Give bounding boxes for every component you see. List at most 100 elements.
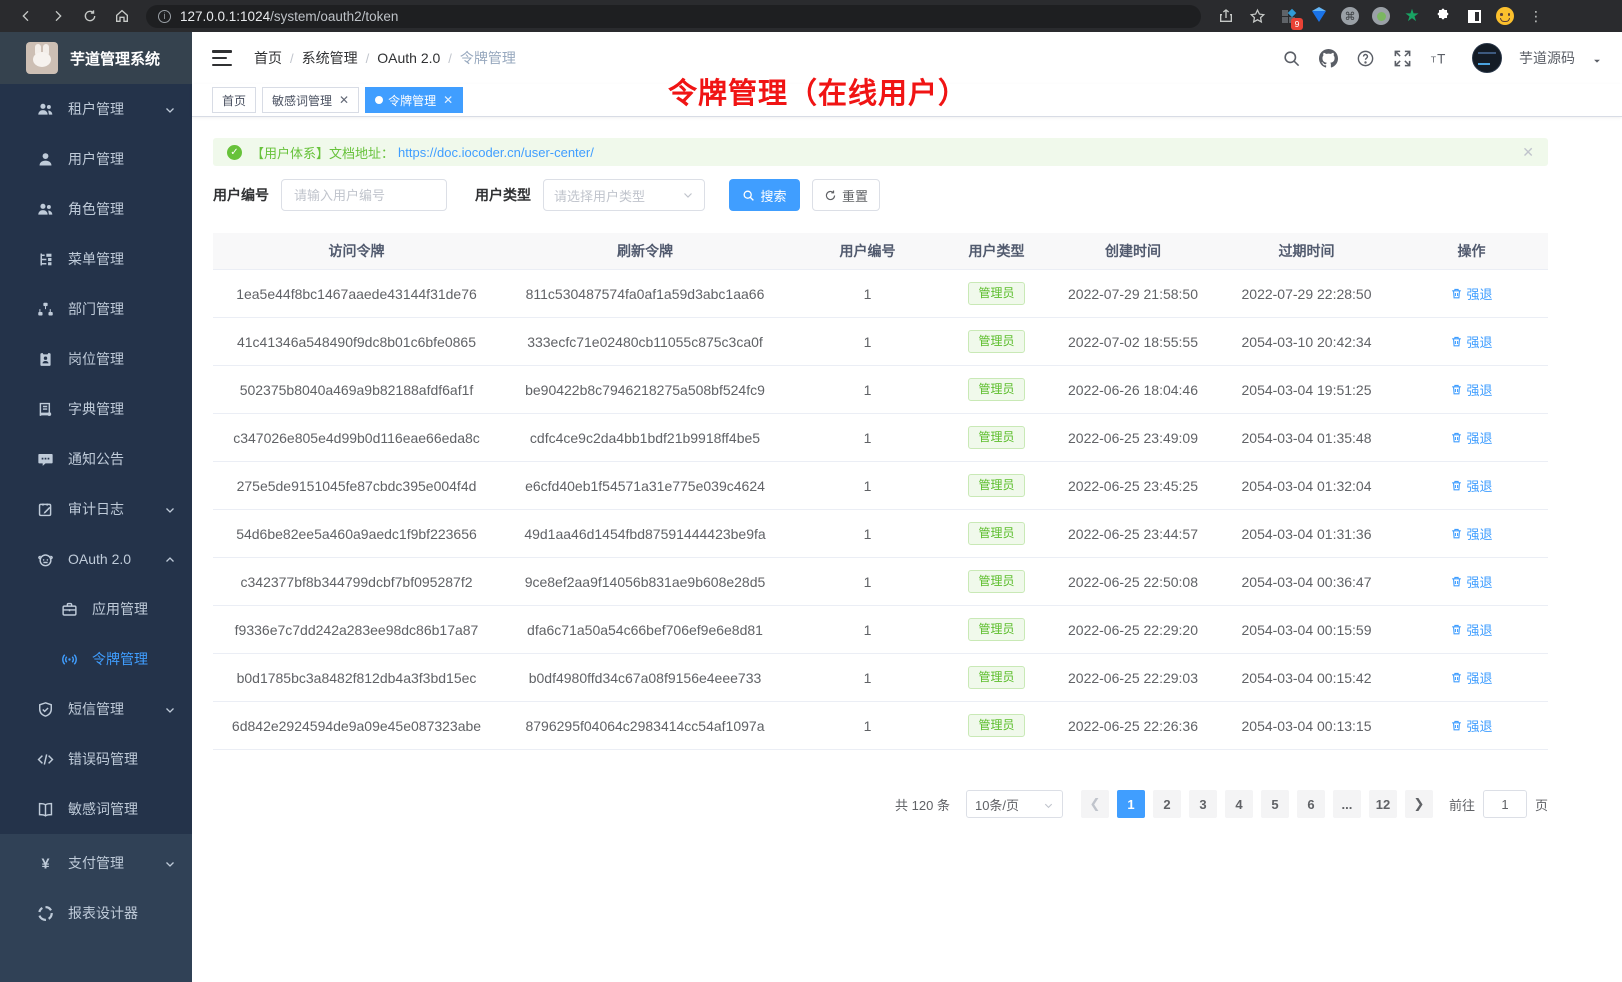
bookmark-star-icon[interactable] (1246, 5, 1268, 27)
search-button[interactable]: 搜索 (729, 179, 800, 211)
sidebar-item-token[interactable]: 令牌管理 (0, 634, 192, 684)
cell-user-type: 管理员 (945, 474, 1048, 497)
force-logout-button[interactable]: 强退 (1450, 428, 1492, 447)
force-logout-button[interactable]: 强退 (1450, 524, 1492, 543)
sidebar-item-app[interactable]: 应用管理 (0, 584, 192, 634)
page-button-2[interactable]: 2 (1153, 790, 1181, 818)
help-icon[interactable] (1355, 48, 1375, 68)
user-name[interactable]: 芋道源码 (1519, 48, 1575, 68)
alert-close-icon[interactable]: ✕ (1522, 144, 1534, 161)
emoji-extension-icon[interactable] (1494, 5, 1516, 27)
extension-star-icon[interactable]: ★ (1401, 5, 1423, 27)
sidebar-item-label: 错误码管理 (68, 749, 138, 769)
sidebar-item-oauth[interactable]: OAuth 2.0 (0, 534, 192, 584)
github-icon[interactable] (1318, 48, 1338, 68)
page-button-3[interactable]: 3 (1189, 790, 1217, 818)
back-button[interactable] (13, 3, 39, 29)
tag-close-icon[interactable]: ✕ (339, 93, 349, 107)
forward-button[interactable] (45, 3, 71, 29)
font-size-icon[interactable]: TT (1429, 48, 1449, 68)
user-type-badge: 管理员 (968, 426, 1024, 449)
tag-敏感词管理[interactable]: 敏感词管理✕ (262, 87, 359, 113)
share-icon[interactable] (1215, 5, 1237, 27)
force-logout-button[interactable]: 强退 (1450, 668, 1492, 687)
force-logout-button[interactable]: 强退 (1450, 572, 1492, 591)
page-button-1[interactable]: 1 (1117, 790, 1145, 818)
page-button-12[interactable]: 12 (1369, 790, 1397, 818)
fullscreen-icon[interactable] (1392, 48, 1412, 68)
side-panel-icon[interactable] (1463, 5, 1485, 27)
prev-page-button[interactable]: ❮ (1081, 790, 1109, 818)
sidebar-item-label: 敏感词管理 (68, 799, 138, 819)
user-type-select[interactable]: 请选择用户类型 (543, 179, 705, 211)
trash-icon (1450, 335, 1463, 348)
cell-expire-time: 2022-07-29 22:28:50 (1218, 286, 1395, 302)
url-text: 127.0.0.1:1024/system/oauth2/token (180, 9, 398, 24)
page-size-select[interactable]: 10条/页 (966, 790, 1063, 818)
page-button-4[interactable]: 4 (1225, 790, 1253, 818)
sidebar-item-audit[interactable]: 审计日志 (0, 484, 192, 534)
page-button-6[interactable]: 6 (1297, 790, 1325, 818)
sidebar-item-user[interactable]: 用户管理 (0, 134, 192, 184)
sidebar-item-dept[interactable]: 部门管理 (0, 284, 192, 334)
sidebar-item-dict[interactable]: 字典管理 (0, 384, 192, 434)
sidebar-item-errcode[interactable]: 错误码管理 (0, 734, 192, 784)
page-button-5[interactable]: 5 (1261, 790, 1289, 818)
sidebar-item-role[interactable]: 角色管理 (0, 184, 192, 234)
cell-access-token: c342377bf8b344799dcbf7bf095287f2 (213, 574, 500, 590)
user-id-input[interactable] (281, 179, 447, 211)
sidebar-item-menu[interactable]: 菜单管理 (0, 234, 192, 284)
sidebar-item-label: 岗位管理 (68, 349, 124, 369)
force-logout-button[interactable]: 强退 (1450, 332, 1492, 351)
sidebar-item-tenant[interactable]: 租户管理 (0, 84, 192, 134)
browser-menu-icon[interactable]: ⋮ (1525, 5, 1547, 27)
sidebar-item-label: 通知公告 (68, 449, 124, 469)
chevron-down-icon[interactable] (1592, 53, 1602, 63)
page-ellipsis-button[interactable]: ... (1333, 790, 1361, 818)
cell-access-token: 6d842e2924594de9a09e45e087323abe (213, 718, 500, 734)
sidebar-item-pay[interactable]: ¥支付管理 (0, 838, 192, 888)
reload-button[interactable] (77, 3, 103, 29)
tag-label: 令牌管理 (388, 92, 436, 109)
reset-button[interactable]: 重置 (812, 179, 880, 211)
puzzle-extensions-icon[interactable] (1432, 5, 1454, 27)
extension-blocks-icon[interactable]: 9 (1277, 5, 1299, 27)
sidebar-item-notice[interactable]: 通知公告 (0, 434, 192, 484)
doc-link[interactable]: https://doc.iocoder.cn/user-center/ (398, 145, 594, 160)
svg-text:T: T (1437, 51, 1445, 66)
sidebar-item-sms[interactable]: 短信管理 (0, 684, 192, 734)
breadcrumb-home[interactable]: 首页 (254, 48, 282, 68)
table-row: 1ea5e44f8bc1467aaede43144f31de76811c5304… (213, 270, 1548, 318)
breadcrumb-oauth[interactable]: OAuth 2.0 (377, 50, 440, 66)
extension-record-icon[interactable] (1370, 5, 1392, 27)
tag-首页[interactable]: 首页 (212, 87, 256, 113)
force-logout-button[interactable]: 强退 (1450, 716, 1492, 735)
svg-text:T: T (1430, 54, 1436, 64)
sidebar-item-label: 应用管理 (92, 599, 148, 619)
tag-close-icon[interactable]: ✕ (443, 93, 453, 107)
cell-access-token: 41c41346a548490f9dc8b01c6bfe0865 (213, 334, 500, 350)
url-host: 127.0.0.1:1024 (180, 9, 270, 24)
user-id-label: 用户编号 (213, 185, 269, 205)
next-page-button[interactable]: ❯ (1405, 790, 1433, 818)
breadcrumb-system[interactable]: 系统管理 (302, 48, 358, 68)
extension-command-icon[interactable]: ⌘ (1339, 5, 1361, 27)
site-info-icon[interactable]: i (158, 10, 171, 23)
search-icon[interactable] (1281, 48, 1301, 68)
goto-page-input[interactable] (1483, 790, 1527, 818)
force-logout-button[interactable]: 强退 (1450, 284, 1492, 303)
collapse-sidebar-icon[interactable] (212, 50, 232, 66)
extension-gem-icon[interactable] (1308, 5, 1330, 27)
tag-令牌管理[interactable]: 令牌管理 ✕ (365, 87, 463, 113)
sidebar-item-post[interactable]: 岗位管理 (0, 334, 192, 384)
sidebar-item-sensitive[interactable]: 敏感词管理 (0, 784, 192, 834)
sidebar-logo[interactable]: 芋道管理系统 (0, 32, 192, 84)
home-button[interactable] (109, 3, 135, 29)
address-bar[interactable]: i 127.0.0.1:1024/system/oauth2/token (146, 5, 1201, 28)
force-logout-button[interactable]: 强退 (1450, 476, 1492, 495)
cell-expire-time: 2054-03-04 01:32:04 (1218, 478, 1395, 494)
sidebar-item-report[interactable]: 报表设计器 (0, 888, 192, 938)
user-avatar[interactable] (1472, 43, 1502, 73)
force-logout-button[interactable]: 强退 (1450, 620, 1492, 639)
force-logout-button[interactable]: 强退 (1450, 380, 1492, 399)
